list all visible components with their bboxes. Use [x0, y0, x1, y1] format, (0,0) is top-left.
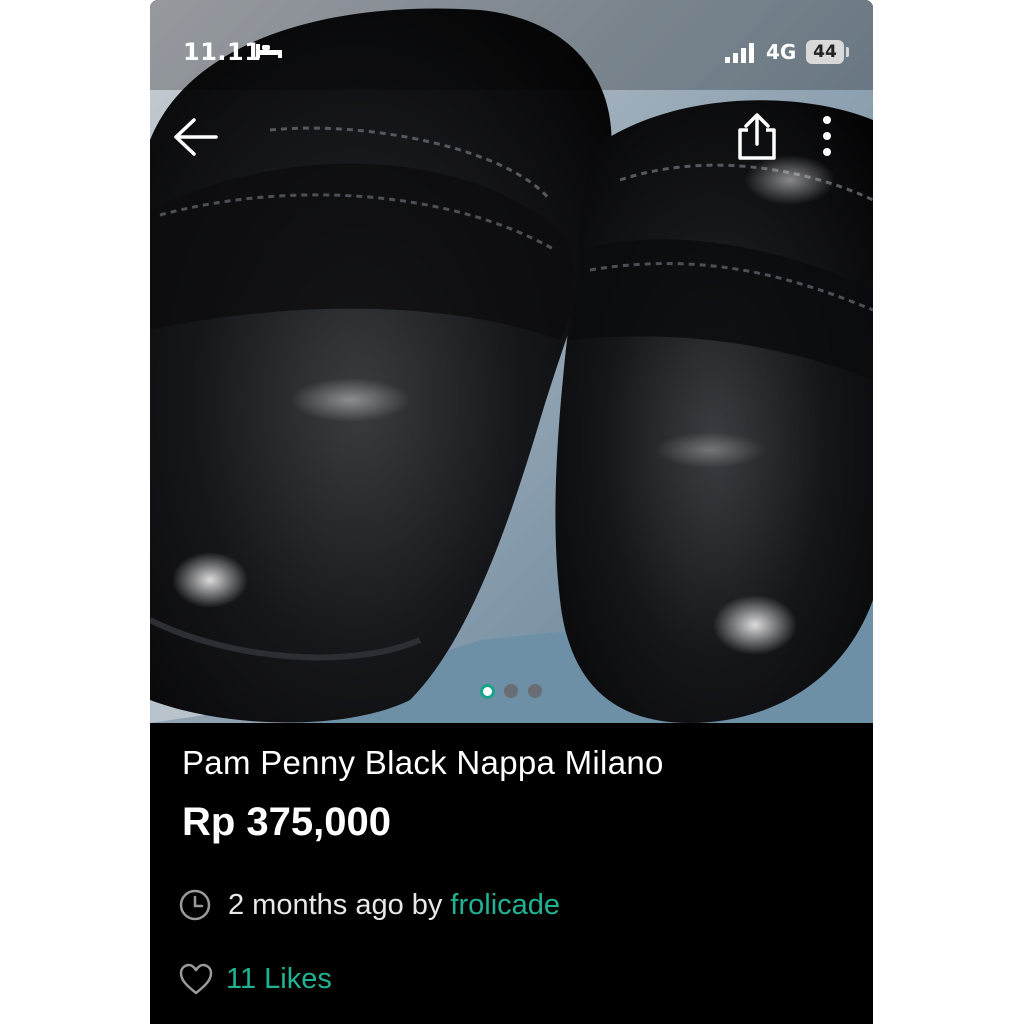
share-button[interactable] — [734, 112, 780, 164]
loafer-image — [150, 0, 873, 723]
heart-icon — [179, 963, 213, 995]
seller-link[interactable]: frolicade — [450, 889, 560, 922]
pager-dot-active[interactable] — [480, 684, 495, 699]
bed-icon — [256, 44, 282, 58]
pager-dot[interactable] — [504, 684, 518, 698]
share-icon — [738, 113, 776, 160]
battery-tip — [846, 47, 849, 57]
battery-level: 44 — [806, 40, 844, 64]
posted-info: 2 months ago by frolicade — [178, 888, 560, 922]
network-type: 4G — [766, 40, 797, 64]
posted-time: 2 months ago by — [228, 888, 443, 921]
likes-button[interactable]: 11 Likes — [178, 962, 332, 996]
product-photo[interactable]: 11.11 4G 44 — [150, 0, 873, 723]
product-price: Rp 375,000 — [182, 800, 392, 844]
signal-icon — [725, 43, 754, 63]
product-title: Pam Penny Black Nappa Milano — [182, 744, 664, 781]
clock-icon — [179, 889, 211, 921]
more-options-button[interactable] — [812, 112, 842, 162]
likes-count: 11 Likes — [226, 962, 332, 995]
product-screen: 11.11 4G 44 Pam Penny Black Nappa Milano… — [150, 0, 873, 1024]
back-arrow-icon — [174, 118, 218, 156]
status-time: 11.11 — [183, 38, 262, 66]
pager-dot[interactable] — [528, 684, 542, 698]
more-vertical-icon — [823, 116, 831, 156]
back-button[interactable] — [172, 114, 222, 160]
